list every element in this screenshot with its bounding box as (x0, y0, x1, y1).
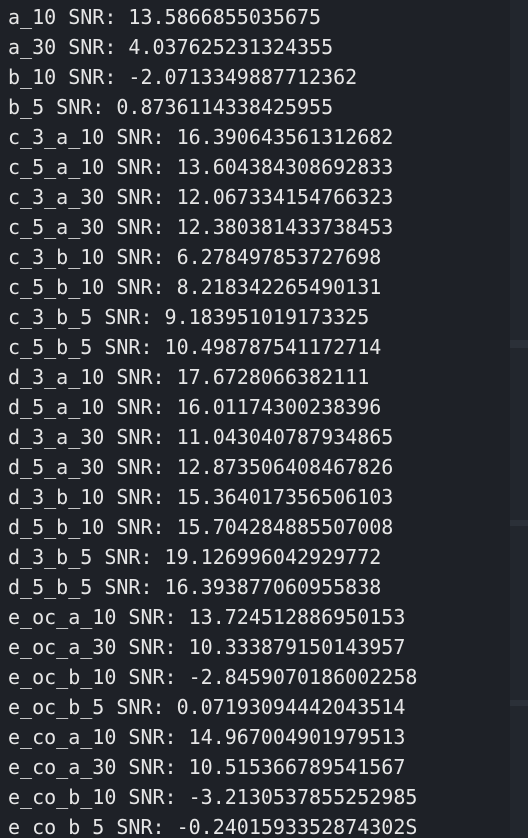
output-line: c_3_a_30 SNR: 12.067334154766323 (8, 185, 394, 209)
output-line: c_5_a_30 SNR: 12.380381433738453 (8, 215, 394, 239)
output-line: e_co_a_10 SNR: 14.967004901979513 (8, 725, 406, 749)
output-line: e_oc_b_10 SNR: -2.8459070186002258 (8, 665, 418, 689)
output-line: d_5_b_10 SNR: 15.704284885507008 (8, 515, 394, 539)
output-line: d_5_a_30 SNR: 12.873506408467826 (8, 455, 394, 479)
output-line: c_3_b_5 SNR: 9.183951019173325 (8, 305, 370, 329)
output-line: b_10 SNR: -2.0713349887712362 (8, 65, 358, 89)
scrollbar-marker (510, 340, 528, 348)
terminal-output: a_10 SNR: 13.5866855035675 a_30 SNR: 4.03… (8, 2, 417, 838)
output-line: c_5_b_5 SNR: 10.498787541172714 (8, 335, 382, 359)
output-line: d_5_b_5 SNR: 16.393877060955838 (8, 575, 382, 599)
output-line: c_5_b_10 SNR: 8.218342265490131 (8, 275, 382, 299)
output-line: d_3_a_10 SNR: 17.6728066382111 (8, 365, 370, 389)
output-line: e_co_b_5 SNR: -0.2401593352874302S (8, 815, 418, 838)
output-line: e_oc_b_5 SNR: 0.07193094442043514 (8, 695, 406, 719)
output-line: a_10 SNR: 13.5866855035675 (8, 5, 322, 29)
output-line: c_5_a_10 SNR: 13.604384308692833 (8, 155, 394, 179)
output-line: b_5 SNR: 0.8736114338425955 (8, 95, 334, 119)
output-line: e_co_a_30 SNR: 10.515366789541567 (8, 755, 406, 779)
output-line: c_3_b_10 SNR: 6.278497853727698 (8, 245, 382, 269)
output-line: d_5_a_10 SNR: 16.01174300238396 (8, 395, 382, 419)
output-line: e_oc_a_30 SNR: 10.333879150143957 (8, 635, 406, 659)
output-line: c_3_a_10 SNR: 16.390643561312682 (8, 125, 394, 149)
output-line: d_3_b_10 SNR: 15.364017356506103 (8, 485, 394, 509)
output-line: d_3_a_30 SNR: 11.043040787934865 (8, 425, 394, 449)
terminal-window[interactable]: a_10 SNR: 13.5866855035675 a_30 SNR: 4.03… (0, 0, 528, 838)
scrollbar-track[interactable] (510, 0, 528, 838)
scrollbar-marker (510, 700, 528, 706)
output-line: e_co_b_10 SNR: -3.2130537855252985 (8, 785, 418, 809)
scrollbar-marker (510, 520, 528, 526)
output-line: d_3_b_5 SNR: 19.126996042929772 (8, 545, 382, 569)
output-line: e_oc_a_10 SNR: 13.724512886950153 (8, 605, 406, 629)
output-line: a_30 SNR: 4.037625231324355 (8, 35, 334, 59)
